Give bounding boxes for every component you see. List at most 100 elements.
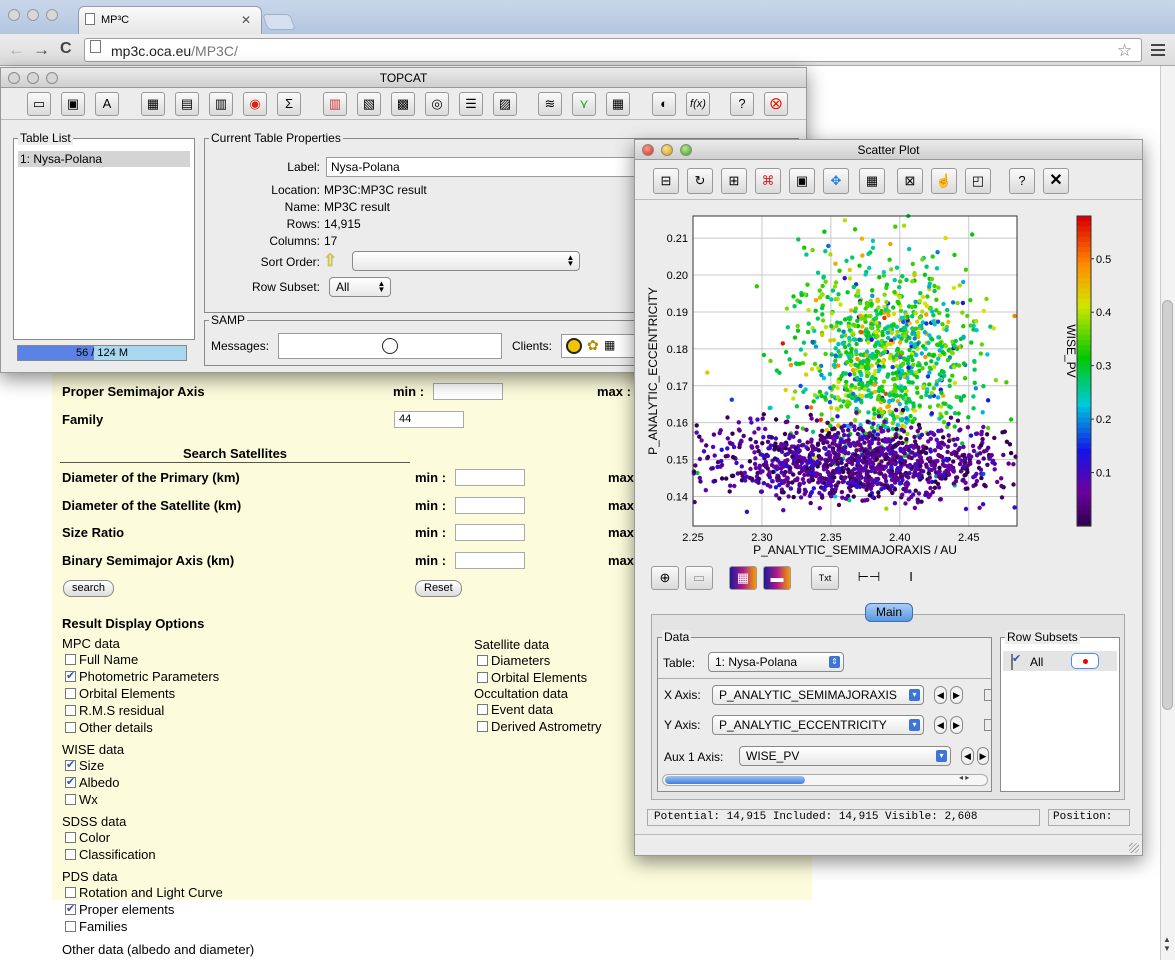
topcat-close-dot[interactable] [8, 72, 20, 84]
option-checkbox-row[interactable]: Albedo [65, 774, 119, 791]
option-checkbox-row[interactable]: Families [65, 918, 127, 935]
sort-up-arrow-icon[interactable]: ⇧ [323, 251, 337, 271]
parameters-icon[interactable]: ▥ [209, 92, 233, 116]
save-icon[interactable]: ▣ [61, 92, 85, 116]
axis-swap-icon[interactable]: ⊟ [653, 168, 679, 194]
function-icon[interactable]: f(x) [686, 92, 710, 116]
aux-axis-prev-icon[interactable]: ◀ [961, 747, 974, 765]
subset-blob-icon[interactable]: ◰ [965, 168, 991, 194]
page-scroll-thumb[interactable] [1162, 300, 1173, 710]
star-icon[interactable]: ☆ [1117, 41, 1132, 61]
option-checkbox-row[interactable]: Orbital Elements [65, 685, 175, 702]
scroll-arrows-icon[interactable]: ▲ ▼ [1163, 935, 1171, 953]
scatter-zoom-dot[interactable] [680, 144, 692, 156]
hub-client-icon[interactable] [566, 338, 582, 354]
option-checkbox-row[interactable]: Classification [65, 846, 156, 863]
option-checkbox[interactable] [65, 902, 76, 915]
data-horizontal-scrollbar[interactable]: ◂ ▸ [662, 773, 988, 786]
reload-icon[interactable]: C [60, 40, 72, 58]
search-button[interactable]: search [63, 580, 115, 597]
aux-axis-combo[interactable]: WISE_PV ▾ [739, 746, 951, 766]
satellite-min-input[interactable] [455, 469, 525, 486]
remove-aux-icon[interactable]: ▬ [763, 566, 791, 590]
option-checkbox[interactable] [65, 654, 76, 665]
errorbar-x-icon[interactable]: ⊢⊣ [855, 566, 883, 590]
y-axis-prev-icon[interactable]: ◀ [934, 716, 947, 734]
option-checkbox-row[interactable]: Event data [477, 701, 553, 718]
option-checkbox[interactable] [65, 775, 76, 788]
help-icon[interactable]: ? [730, 92, 754, 116]
option-checkbox[interactable] [477, 704, 488, 715]
option-checkbox[interactable] [65, 722, 76, 733]
aux-axis-next-icon[interactable]: ▶ [977, 747, 989, 765]
option-checkbox[interactable] [65, 832, 76, 843]
resize-icon[interactable]: ⊞ [721, 168, 747, 194]
option-checkbox[interactable] [65, 669, 76, 682]
scatter-minimize-dot[interactable] [661, 144, 673, 156]
option-checkbox-row[interactable]: Diameters [477, 652, 550, 669]
y-axis-log-checkbox[interactable] [984, 719, 992, 731]
y-axis-combo[interactable]: P_ANALYTIC_ECCENTRICITY ▾ [712, 715, 924, 735]
satellite-min-input[interactable] [455, 551, 525, 569]
concat-icon[interactable]: ≋ [538, 92, 562, 116]
subsets-icon[interactable]: ◉ [243, 92, 267, 116]
broadcast-icon[interactable]: A [95, 92, 119, 116]
option-checkbox[interactable] [65, 794, 76, 805]
client-app-icon[interactable]: ✿ [587, 337, 599, 354]
menu-icon[interactable] [1151, 44, 1165, 56]
option-checkbox[interactable] [65, 705, 76, 716]
option-checkbox-row[interactable]: Photometric Parameters [65, 668, 219, 685]
data-scroll-thumb[interactable] [665, 776, 805, 784]
statistics-icon[interactable]: Σ [277, 92, 301, 116]
table-icon[interactable]: ▦ [141, 92, 165, 116]
option-checkbox[interactable] [65, 688, 76, 699]
option-checkbox[interactable] [477, 672, 488, 683]
satellite-min-input[interactable] [455, 524, 525, 541]
satellite-min-input[interactable] [455, 496, 525, 514]
forward-icon[interactable]: → [33, 40, 50, 60]
table-label-field[interactable]: Nysa-Polana [326, 157, 656, 177]
row-subset-combo[interactable]: All ▲ ▼ [329, 277, 391, 297]
option-checkbox-row[interactable]: Color [65, 829, 110, 846]
exit-icon[interactable]: ⊗ [764, 92, 788, 116]
columns-icon[interactable]: ▤ [175, 92, 199, 116]
add-dataset-icon[interactable]: ⊕ [651, 566, 679, 590]
window-minimize-dot[interactable] [27, 9, 39, 21]
x-axis-prev-icon[interactable]: ◀ [934, 686, 947, 704]
window-close-dot[interactable] [8, 9, 20, 21]
option-checkbox-row[interactable]: Orbital Elements [477, 669, 587, 686]
sphere-icon[interactable]: ◎ [425, 92, 449, 116]
back-icon[interactable]: ← [8, 40, 25, 60]
option-checkbox-row[interactable]: Rotation and Light Curve [65, 884, 223, 901]
resize-grip-icon[interactable] [1129, 843, 1139, 853]
tab-close-icon[interactable]: ✕ [241, 13, 251, 27]
tab-main[interactable]: Main [865, 603, 913, 622]
sort-order-combo[interactable]: ▲ ▼ [352, 251, 580, 271]
option-checkbox-row[interactable]: Full Name [65, 651, 138, 668]
client-app2-icon[interactable]: ▦ [604, 338, 615, 352]
new-tab-button[interactable] [262, 14, 296, 30]
density-icon[interactable]: ▨ [493, 92, 517, 116]
export-icon[interactable]: ▣ [789, 168, 815, 194]
subset-style-button[interactable] [1071, 653, 1099, 669]
pdf-icon[interactable]: ⌘ [755, 168, 781, 194]
multimatch-icon[interactable]: ▦ [606, 92, 630, 116]
match-icon[interactable]: ⋎ [572, 92, 596, 116]
table-combo[interactable]: 1: Nysa-Polana ⇕ [708, 652, 844, 672]
option-checkbox-row[interactable]: R.M.S residual [65, 702, 164, 719]
help-icon[interactable]: ? [1009, 168, 1035, 194]
x-axis-log-checkbox[interactable] [984, 689, 992, 701]
option-checkbox-row[interactable]: Proper elements [65, 901, 174, 918]
scatter-close-dot[interactable] [642, 144, 654, 156]
option-checkbox[interactable] [65, 849, 76, 860]
option-checkbox-row[interactable]: Wx [65, 791, 98, 808]
samp-icon[interactable]: ◐ [652, 92, 676, 116]
histogram-icon[interactable]: ▥ [323, 92, 347, 116]
option-checkbox-row[interactable]: Size [65, 757, 104, 774]
scatter-plot-chart[interactable]: 2.25 2.30 2.35 2.40 2.450.140.150.160.170.18… [641, 210, 1131, 560]
remove-dataset-icon[interactable]: ▭ [685, 566, 713, 590]
replot-icon[interactable]: ↻ [687, 168, 713, 194]
topcat-minimize-dot[interactable] [27, 72, 39, 84]
stack-icon[interactable]: ☰ [459, 92, 483, 116]
family-input[interactable]: 44 [394, 411, 464, 428]
